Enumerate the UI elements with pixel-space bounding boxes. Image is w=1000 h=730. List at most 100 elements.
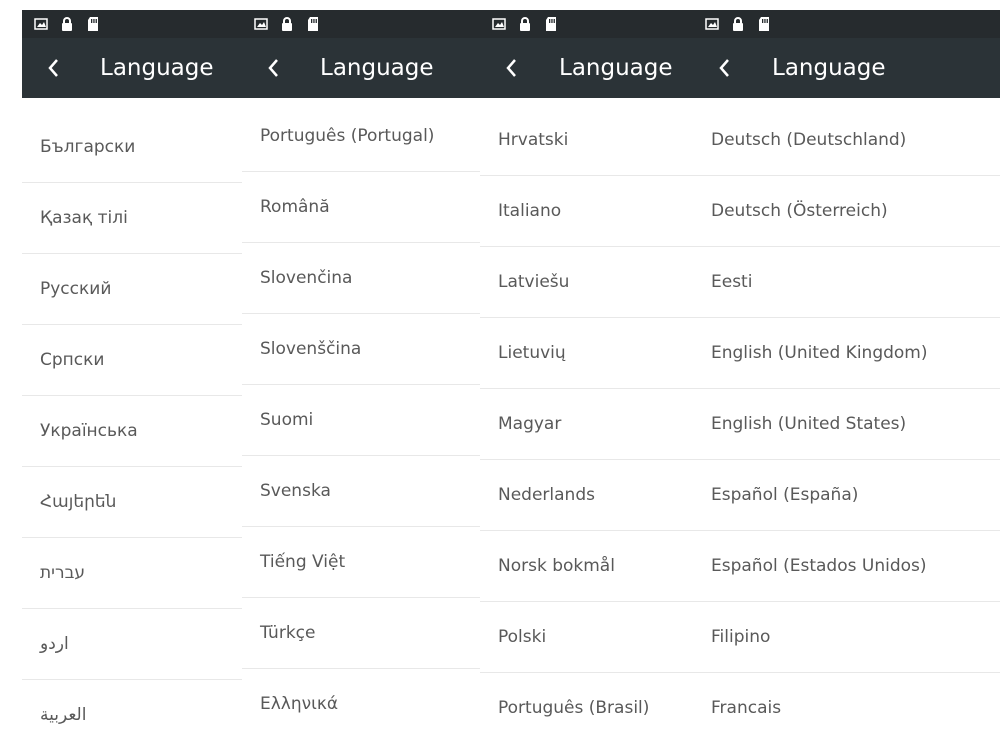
list-item[interactable]: Lietuvių	[480, 318, 693, 389]
app-bar: Language	[22, 38, 242, 98]
list-item-label: Slovenčina	[260, 268, 353, 288]
list-item[interactable]: Español (España)	[693, 460, 1000, 531]
list-item[interactable]: עברית	[22, 538, 242, 609]
list-item[interactable]: Filipino	[693, 602, 1000, 673]
list-item-label: Francais	[711, 698, 782, 718]
language-screen-2: Language Português (Portugal) Română Slo…	[242, 10, 480, 730]
image-icon	[34, 18, 48, 30]
list-item-label: Italiano	[498, 201, 562, 221]
list-item[interactable]: العربية	[22, 680, 242, 730]
chevron-left-icon[interactable]	[44, 56, 64, 80]
chevron-left-icon[interactable]	[502, 56, 522, 80]
list-item-label: Português (Brasil)	[498, 698, 650, 718]
lock-icon	[520, 17, 530, 31]
list-item-label: Svenska	[260, 481, 331, 501]
list-item[interactable]: Қазақ тілі	[22, 183, 242, 254]
list-item[interactable]: Slovenščina	[242, 314, 480, 385]
list-item[interactable]: Türkçe	[242, 598, 480, 669]
list-item[interactable]: Português (Portugal)	[242, 101, 480, 172]
list-item[interactable]: Nederlands	[480, 460, 693, 531]
lock-icon	[733, 17, 743, 31]
list-item-label: Magyar	[498, 414, 562, 434]
list-item-label: اردو	[40, 634, 69, 654]
list-item[interactable]: Polski	[480, 602, 693, 673]
list-item-label: Filipino	[711, 627, 771, 647]
list-item-label: Eesti	[711, 272, 753, 292]
status-bar	[480, 10, 693, 38]
image-icon	[492, 18, 506, 30]
list-item[interactable]: Francais	[693, 673, 1000, 730]
app-bar: Language	[242, 38, 480, 98]
list-item[interactable]: Հայերեն	[22, 467, 242, 538]
chevron-left-icon[interactable]	[715, 56, 735, 80]
list-item-label: Қазақ тілі	[40, 208, 128, 228]
list-item[interactable]: Magyar	[480, 389, 693, 460]
page-title: Language	[559, 55, 673, 81]
list-item-label: Español (España)	[711, 485, 859, 505]
list-item-label: Español (Estados Unidos)	[711, 556, 927, 576]
list-item[interactable]: Slovenčina	[242, 243, 480, 314]
list-item[interactable]: Ελληνικά	[242, 669, 480, 730]
page-title: Language	[100, 55, 214, 81]
list-item-label: עברית	[40, 563, 86, 583]
list-item-label: English (United Kingdom)	[711, 343, 928, 363]
status-bar	[22, 10, 242, 38]
list-item-label: English (United States)	[711, 414, 907, 434]
list-item[interactable]: Български	[22, 112, 242, 183]
list-item-label: Русский	[40, 279, 112, 299]
list-item[interactable]: Hrvatski	[480, 105, 693, 176]
page-title: Language	[320, 55, 434, 81]
list-item-label: Հայերեն	[40, 492, 117, 512]
status-bar	[242, 10, 480, 38]
image-icon	[705, 18, 719, 30]
list-item[interactable]: اردو	[22, 609, 242, 680]
list-item[interactable]: Norsk bokmål	[480, 531, 693, 602]
list-item-label: Українська	[40, 421, 138, 441]
list-item[interactable]: Deutsch (Österreich)	[693, 176, 1000, 247]
sd-card-icon	[546, 17, 556, 31]
list-item[interactable]: Tiếng Việt	[242, 527, 480, 598]
list-item-label: Български	[40, 137, 136, 157]
language-screen-4: Language Deutsch (Deutschland) Deutsch (…	[693, 10, 1000, 730]
lock-icon	[62, 17, 72, 31]
app-bar: Language	[480, 38, 693, 98]
sd-card-icon	[308, 17, 318, 31]
list-item-label: Latviešu	[498, 272, 570, 292]
list-item[interactable]: Italiano	[480, 176, 693, 247]
list-item-label: Deutsch (Deutschland)	[711, 130, 907, 150]
list-item-label: Português (Portugal)	[260, 126, 435, 146]
list-item[interactable]: Português (Brasil)	[480, 673, 693, 730]
list-item[interactable]: Eesti	[693, 247, 1000, 318]
list-item[interactable]: Deutsch (Deutschland)	[693, 105, 1000, 176]
list-item[interactable]: Español (Estados Unidos)	[693, 531, 1000, 602]
status-bar	[693, 10, 1000, 38]
list-item-label: Norsk bokmål	[498, 556, 615, 576]
list-item-label: Ελληνικά	[260, 694, 339, 714]
list-item[interactable]: Suomi	[242, 385, 480, 456]
list-item-label: Српски	[40, 350, 105, 370]
list-item[interactable]: English (United States)	[693, 389, 1000, 460]
list-item[interactable]: Українська	[22, 396, 242, 467]
list-item-label: Slovenščina	[260, 339, 362, 359]
list-item[interactable]: English (United Kingdom)	[693, 318, 1000, 389]
list-item-label: Tiếng Việt	[260, 552, 346, 572]
list-item-label: Lietuvių	[498, 343, 566, 363]
list-item-label: Română	[260, 197, 330, 217]
language-screen-1: Language Български Қазақ тілі Русский Ср…	[22, 10, 242, 730]
list-item-label: Türkçe	[260, 623, 316, 643]
page-title: Language	[772, 55, 886, 81]
image-icon	[254, 18, 268, 30]
list-item[interactable]: Svenska	[242, 456, 480, 527]
list-item[interactable]: Latviešu	[480, 247, 693, 318]
sd-card-icon	[759, 17, 769, 31]
sd-card-icon	[88, 17, 98, 31]
list-item[interactable]: Română	[242, 172, 480, 243]
lock-icon	[282, 17, 292, 31]
list-item[interactable]: Српски	[22, 325, 242, 396]
chevron-left-icon[interactable]	[264, 56, 284, 80]
list-item-label: العربية	[40, 705, 87, 725]
list-item[interactable]: Русский	[22, 254, 242, 325]
list-item-label: Nederlands	[498, 485, 595, 505]
list-item-label: Polski	[498, 627, 547, 647]
list-item-label: Hrvatski	[498, 130, 569, 150]
